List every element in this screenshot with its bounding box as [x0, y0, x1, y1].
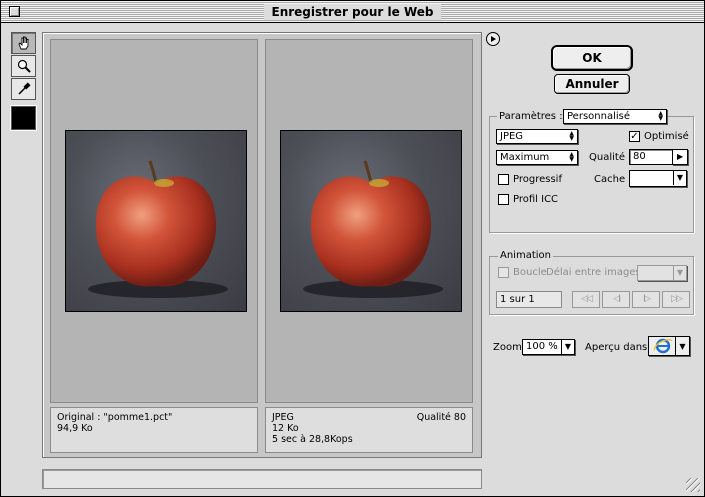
cancel-button[interactable]: Annuler	[554, 74, 630, 94]
eyedropper-icon	[17, 82, 31, 95]
preview-in-browser-button[interactable]: ▼	[648, 336, 690, 356]
quality-level-popup[interactable]: Maximum ▲ ▼	[496, 150, 578, 165]
cache-label: Cache :	[594, 174, 632, 185]
format-popup[interactable]: JPEG ▲ ▼	[496, 129, 578, 144]
resize-grip[interactable]	[686, 478, 700, 492]
preview-area: Original : "pomme1.pct" 94,9 Ko JPEG Qua…	[42, 32, 482, 458]
optimized-preview-pane[interactable]	[265, 39, 473, 403]
download-time: 5 sec à 28,8Kops	[272, 434, 353, 445]
save-for-web-dialog: Enregistrer pour le Web Original: "pomm…	[0, 0, 705, 497]
zoom-tool[interactable]	[11, 55, 36, 77]
loop-checkbox[interactable]	[498, 267, 509, 278]
preset-value: Personnalisé	[567, 111, 630, 122]
progressive-label: Progressif	[513, 174, 562, 185]
play-arrow-icon	[491, 36, 496, 42]
down-triangle-icon: ▼	[673, 266, 686, 280]
zoom-label: Zoom:	[493, 342, 526, 353]
updown-arrows-icon: ▲ ▼	[569, 151, 574, 163]
frame-counter: 1 sur 1	[496, 291, 562, 308]
zoom-popup[interactable]: 100 % ▼	[522, 339, 575, 355]
right-triangle-icon: ▶	[677, 152, 684, 161]
updown-arrows-icon: ▲ ▼	[569, 130, 574, 142]
original-info: Original : "pomme1.pct" 94,9 Ko	[50, 407, 258, 453]
original-filename: Original : "pomme1.pct"	[57, 412, 173, 423]
quality-level-value: Maximum	[500, 152, 550, 163]
optimized-checkbox[interactable]: ✓	[629, 131, 640, 142]
panel-menu-button[interactable]	[486, 32, 500, 46]
hand-tool[interactable]	[11, 32, 36, 54]
first-frame-button[interactable]: ◁◁	[572, 291, 600, 308]
tool-palette	[11, 32, 36, 130]
loop-label: Boucle	[513, 267, 547, 278]
cache-popup[interactable]: ▼	[629, 170, 687, 187]
quality-label: Qualité :	[589, 152, 632, 163]
format-value: JPEG	[500, 131, 524, 142]
next-frame-button[interactable]: I▷	[632, 291, 660, 308]
optimized-quality: Qualité 80	[416, 412, 466, 423]
magnifier-icon	[17, 59, 31, 73]
previous-frame-button[interactable]: ◁I	[602, 291, 630, 308]
quality-input[interactable]: 80	[629, 149, 673, 165]
optimized-format: JPEG	[272, 412, 294, 423]
optimized-info: JPEG Qualité 80 12 Ko 5 sec à 28,8Kops	[265, 407, 473, 453]
zoom-value: 100 %	[526, 341, 558, 352]
frame-delay-popup[interactable]: ▼	[637, 265, 687, 281]
title-bar[interactable]: Enregistrer pour le Web	[1, 1, 704, 23]
original-preview-pane[interactable]	[50, 39, 258, 403]
hand-icon	[17, 36, 28, 50]
icc-profile-checkbox[interactable]	[498, 194, 509, 205]
preset-popup[interactable]: Personnalisé ▲ ▼	[563, 109, 667, 124]
updown-arrows-icon: ▲ ▼	[658, 110, 663, 122]
original-apple-image	[65, 130, 247, 312]
ok-button[interactable]: OK	[551, 45, 633, 71]
animation-label: Animation	[498, 250, 553, 262]
close-box[interactable]	[9, 6, 20, 17]
original-size: 94,9 Ko	[57, 423, 93, 434]
progressive-checkbox[interactable]	[498, 174, 509, 185]
preview-in-label: Aperçu dans :	[585, 342, 654, 353]
last-frame-button[interactable]: ▷▷	[662, 291, 690, 308]
eyedropper-color-swatch[interactable]	[11, 106, 36, 130]
quality-slider-button[interactable]: ▶	[672, 149, 688, 165]
down-triangle-icon: ▼	[675, 337, 689, 355]
status-bar	[42, 469, 482, 489]
parameters-label: Paramètres :	[497, 111, 565, 123]
optimized-size: 12 Ko	[272, 423, 299, 434]
optimized-label: Optimisé	[644, 131, 689, 142]
frame-delay-label: Délai entre images :	[546, 267, 648, 278]
down-triangle-icon: ▼	[561, 340, 574, 354]
window-title: Enregistrer pour le Web	[263, 4, 442, 20]
icc-profile-label: Profil ICC	[513, 194, 559, 205]
eyedropper-tool[interactable]	[11, 78, 36, 100]
internet-explorer-icon	[651, 338, 675, 354]
optimized-apple-image	[280, 130, 462, 312]
down-triangle-icon: ▼	[673, 171, 686, 185]
